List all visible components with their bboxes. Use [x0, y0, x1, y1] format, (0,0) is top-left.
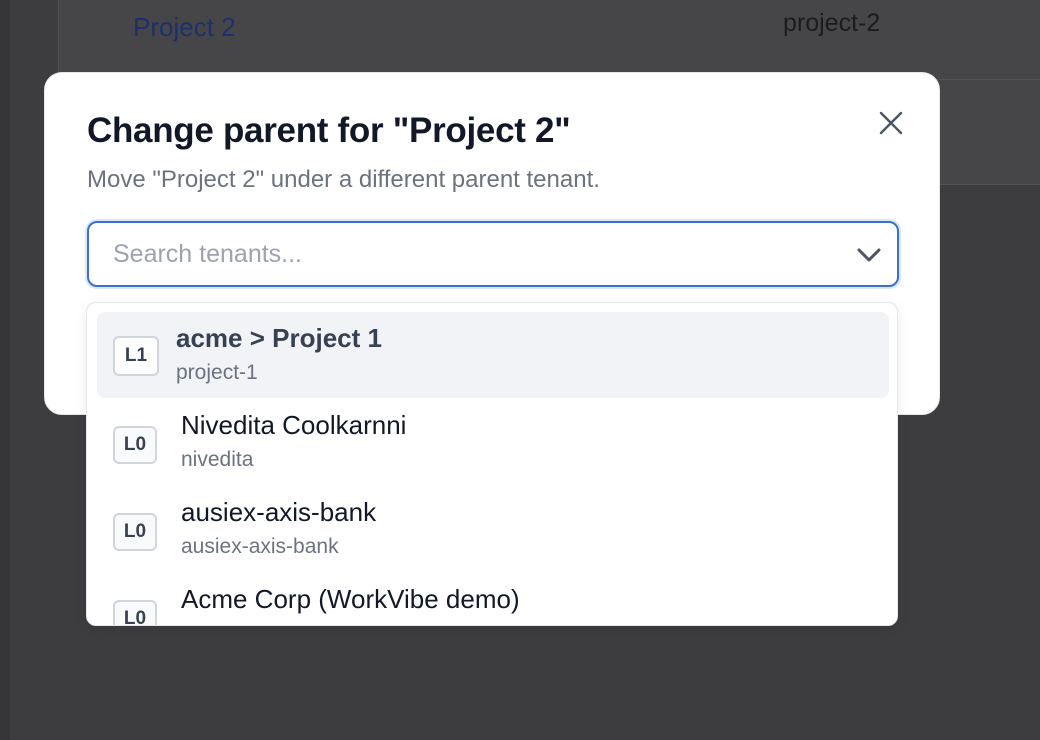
- dialog-description: Move "Project 2" under a different paren…: [87, 166, 600, 193]
- tenant-option[interactable]: L0 ausiex-axis-bank ausiex-axis-bank: [97, 486, 889, 572]
- dialog-title: Change parent for "Project 2": [87, 111, 571, 150]
- tenant-search-input[interactable]: [113, 223, 833, 285]
- dropdown-toggle[interactable]: [855, 242, 883, 268]
- tenant-option-slug: project-1: [176, 361, 258, 384]
- chevron-down-icon: [857, 248, 881, 262]
- tenant-option-name: Nivedita Coolkarnni: [181, 410, 407, 440]
- tenant-option[interactable]: L1 acme > Project 1 project-1: [97, 312, 889, 398]
- tenant-option-slug: nivedita: [181, 448, 254, 471]
- close-button[interactable]: [873, 105, 909, 141]
- tenant-option-name: Acme Corp (WorkVibe demo): [181, 584, 520, 614]
- tenant-option-slug: ausiex-axis-bank: [181, 535, 339, 558]
- close-icon: [879, 111, 903, 135]
- tenant-options-list[interactable]: L1 acme > Project 1 project-1 L0 Nivedit…: [86, 302, 898, 626]
- tenant-option-name: ausiex-axis-bank: [181, 497, 377, 527]
- level-badge: L0: [113, 600, 157, 625]
- background-tenant-link: Project 2: [133, 12, 236, 42]
- background-tenant-slug: project-2: [783, 9, 881, 37]
- tenant-option[interactable]: L0 Acme Corp (WorkVibe demo): [97, 573, 889, 625]
- tenant-option[interactable]: L0 Nivedita Coolkarnni nivedita: [97, 399, 889, 485]
- level-badge: L0: [113, 426, 157, 464]
- background-sidebar: [0, 0, 10, 740]
- tenant-search-combobox[interactable]: [87, 221, 899, 287]
- tenant-option-name: acme > Project 1: [176, 323, 382, 353]
- level-badge: L1: [113, 336, 159, 376]
- level-badge: L0: [113, 513, 157, 551]
